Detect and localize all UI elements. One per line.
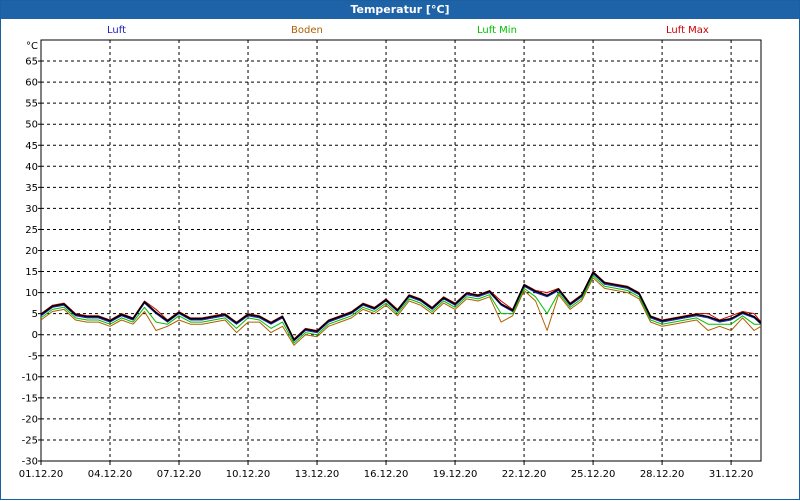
y-tick-label: 10 <box>25 288 38 299</box>
x-tick-label: 22.12.20 <box>502 469 547 480</box>
y-tick-label: -15 <box>22 393 38 404</box>
y-tick-label: 20 <box>25 246 38 257</box>
y-axis-unit: °C <box>26 41 38 52</box>
y-tick-label: 45 <box>25 141 38 152</box>
x-tick-label: 04.12.20 <box>88 469 133 480</box>
x-tick-label: 16.12.20 <box>364 469 409 480</box>
y-tick-label: 30 <box>25 204 38 215</box>
y-tick-label: 60 <box>25 78 38 89</box>
y-tick-label: 40 <box>25 162 38 173</box>
x-tick-label: 13.12.20 <box>295 469 340 480</box>
x-tick-label: 01.12.20 <box>19 469 64 480</box>
y-tick-label: 65 <box>25 57 38 68</box>
y-tick-label: -30 <box>22 457 38 468</box>
y-tick-label: -10 <box>22 372 38 383</box>
x-tick-label: 31.12.20 <box>709 469 754 480</box>
y-tick-label: 5 <box>32 309 38 320</box>
x-tick-label: 28.12.20 <box>640 469 685 480</box>
y-tick-label: 55 <box>25 99 38 110</box>
chart-window: Temperatur [°C] Luft Boden Luft Min Luft… <box>0 0 800 500</box>
y-tick-label: -20 <box>22 414 38 425</box>
y-tick-label: 15 <box>25 267 38 278</box>
y-tick-label: 0 <box>32 330 38 341</box>
y-tick-label: 35 <box>25 183 38 194</box>
x-tick-label: 07.12.20 <box>157 469 202 480</box>
temperature-chart: 65605550454035302520151050-5-10-15-20-25… <box>19 39 762 480</box>
x-tick-label: 19.12.20 <box>433 469 478 480</box>
y-tick-label: -25 <box>22 435 38 446</box>
x-tick-label: 10.12.20 <box>226 469 271 480</box>
y-tick-label: 50 <box>25 120 38 131</box>
y-tick-label: 25 <box>25 225 38 236</box>
x-tick-label: 25.12.20 <box>571 469 616 480</box>
y-tick-label: -5 <box>28 351 38 362</box>
